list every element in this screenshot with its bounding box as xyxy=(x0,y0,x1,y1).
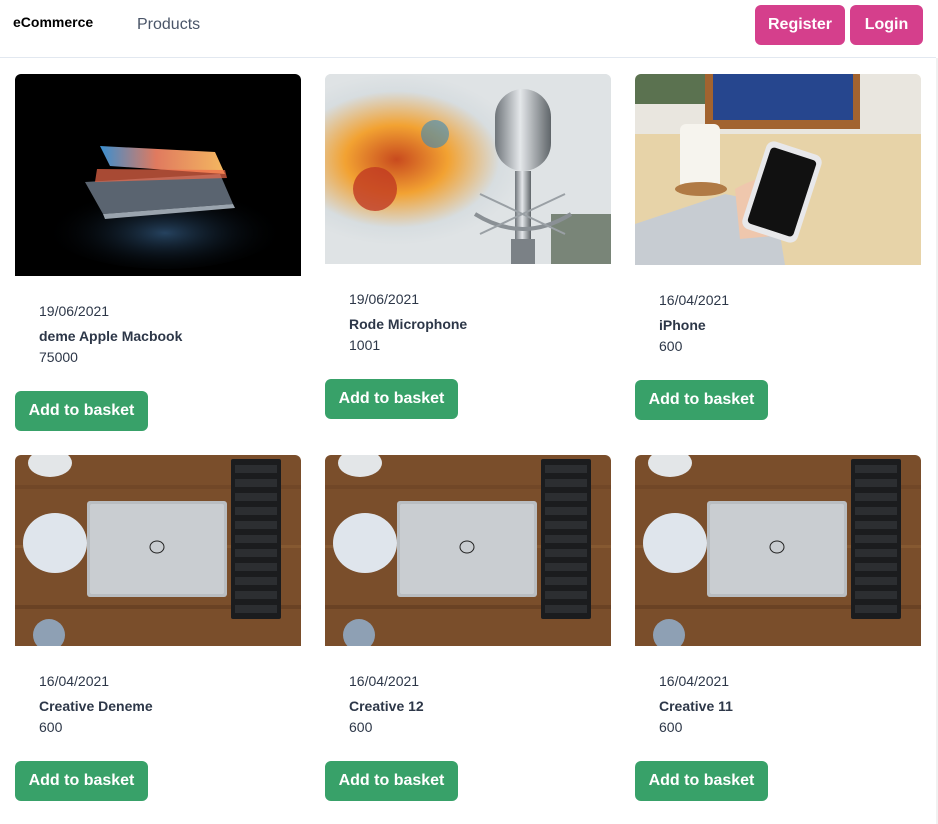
navbar: eCommerce Products Register Login xyxy=(0,0,936,58)
add-to-basket-button[interactable]: Add to basket xyxy=(635,761,768,801)
product-title: Rode Microphone xyxy=(349,316,468,332)
brand-logo[interactable]: eCommerce xyxy=(13,14,93,30)
product-price: 600 xyxy=(659,338,683,354)
product-title: deme Apple Macbook xyxy=(39,328,183,344)
product-card: 19/06/2021 Rode Microphone 1001 Add to b… xyxy=(325,74,611,424)
add-to-basket-button[interactable]: Add to basket xyxy=(325,761,458,801)
product-image xyxy=(635,455,921,646)
product-card: 19/06/2021 deme Apple Macbook 75000 Add … xyxy=(15,74,301,434)
product-price: 600 xyxy=(39,719,63,735)
product-date: 19/06/2021 xyxy=(349,291,420,307)
product-date: 19/06/2021 xyxy=(39,303,110,319)
nav-link-products[interactable]: Products xyxy=(137,16,200,34)
product-image xyxy=(325,455,611,646)
product-title: Creative Deneme xyxy=(39,698,153,714)
product-title: Creative 12 xyxy=(349,698,424,714)
product-card: 16/04/2021 Creative Deneme 600 Add to ba… xyxy=(15,455,301,805)
product-price: 600 xyxy=(349,719,373,735)
product-image xyxy=(325,74,611,264)
product-card: 16/04/2021 iPhone 600 Add to basket xyxy=(635,74,921,424)
product-title: iPhone xyxy=(659,317,706,333)
register-button[interactable]: Register xyxy=(755,5,845,45)
product-image xyxy=(635,74,921,265)
product-card: 16/04/2021 Creative 11 600 Add to basket xyxy=(635,455,921,805)
product-price: 600 xyxy=(659,719,683,735)
add-to-basket-button[interactable]: Add to basket xyxy=(15,761,148,801)
product-card: 16/04/2021 Creative 12 600 Add to basket xyxy=(325,455,611,805)
login-button[interactable]: Login xyxy=(850,5,923,45)
product-price: 1001 xyxy=(349,337,381,353)
product-image xyxy=(15,455,301,646)
product-image xyxy=(15,74,301,276)
add-to-basket-button[interactable]: Add to basket xyxy=(15,391,148,431)
product-price: 75000 xyxy=(39,349,78,365)
product-date: 16/04/2021 xyxy=(39,673,110,689)
add-to-basket-button[interactable]: Add to basket xyxy=(635,380,768,420)
add-to-basket-button[interactable]: Add to basket xyxy=(325,379,458,419)
product-title: Creative 11 xyxy=(659,698,733,714)
product-date: 16/04/2021 xyxy=(349,673,420,689)
product-date: 16/04/2021 xyxy=(659,292,730,308)
product-date: 16/04/2021 xyxy=(659,673,730,689)
